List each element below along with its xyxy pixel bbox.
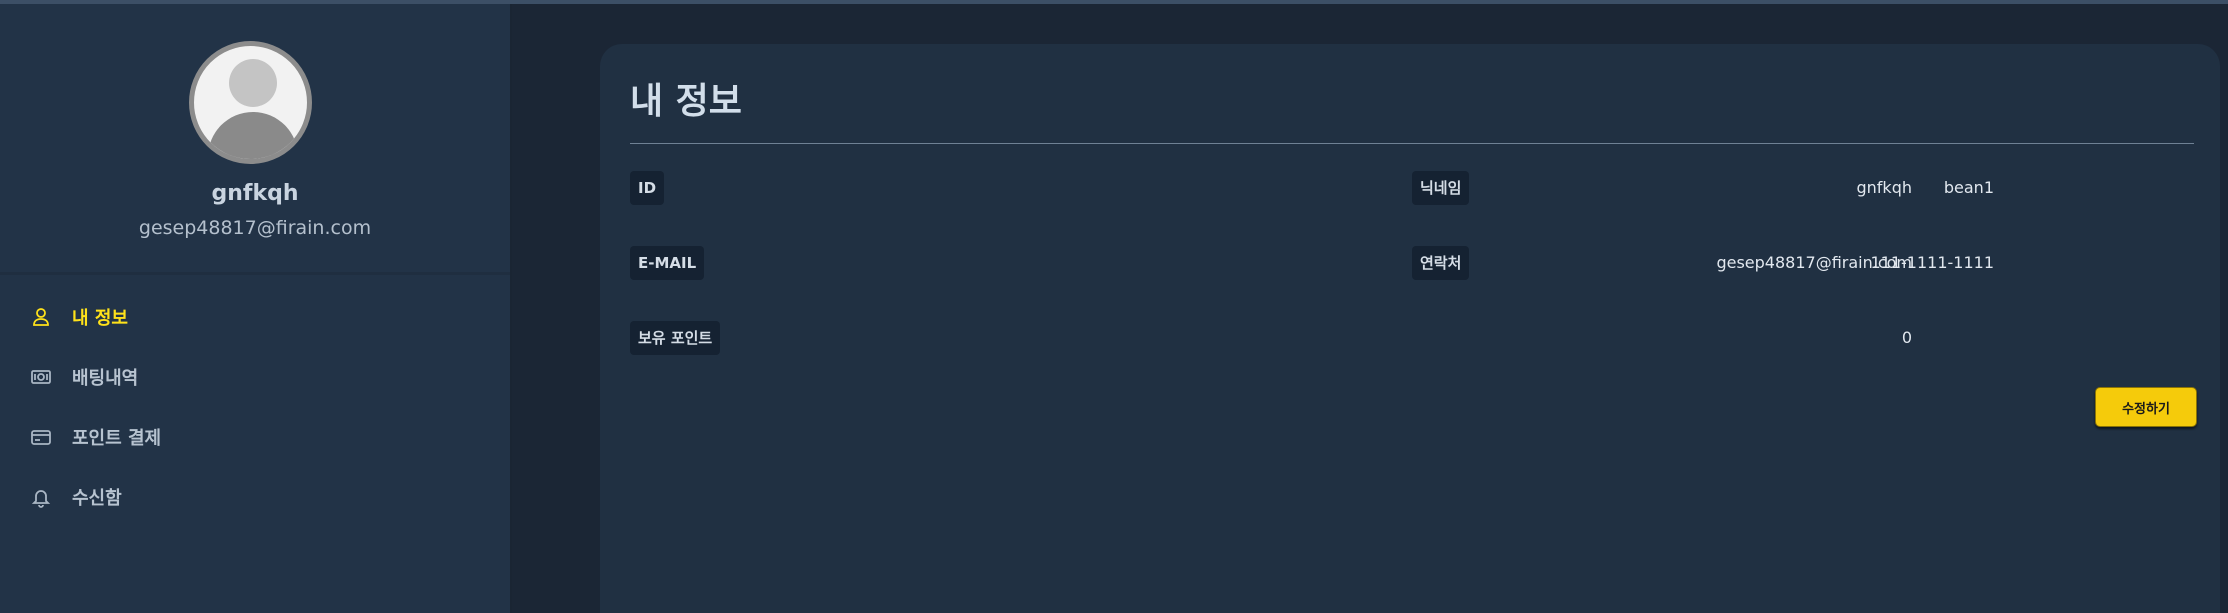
sidebar-item-my-info[interactable]: 내 정보: [30, 297, 470, 337]
points-label: 보유 포인트: [630, 321, 721, 355]
profile-section: gnfkqh gesep48817@firain.com: [0, 4, 510, 275]
sidebar-item-inbox[interactable]: 수신함: [30, 477, 470, 517]
nickname-value: bean1: [1943, 178, 1994, 197]
id-value: gnfkqh: [1856, 178, 1913, 197]
sidebar-divider: [510, 4, 512, 613]
nickname-label: 닉네임: [1412, 171, 1470, 205]
user-icon: [30, 306, 52, 328]
profile-username: gnfkqh: [211, 181, 299, 206]
points-value: 0: [1901, 328, 1912, 347]
cash-icon: [30, 366, 52, 388]
credit-card-icon: [30, 426, 52, 448]
sidebar-item-betting-history[interactable]: 배팅내역: [30, 357, 470, 397]
sidebar: gnfkqh gesep48817@firain.com 내 정보 배팅내역 포…: [0, 4, 510, 613]
email-label: E-MAIL: [630, 246, 705, 280]
page-title: 내 정보: [630, 81, 742, 122]
phone-label: 연락처: [1412, 246, 1470, 280]
avatar-head: [229, 59, 277, 107]
phone-value: 111-1111-1111: [1870, 253, 1994, 272]
sidebar-item-label: 배팅내역: [72, 368, 139, 389]
bell-icon: [30, 486, 52, 508]
sidebar-item-label: 포인트 결제: [72, 428, 162, 449]
profile-email: gesep48817@firain.com: [138, 217, 372, 239]
sidebar-item-label: 내 정보: [72, 308, 128, 329]
sidebar-item-label: 수신함: [72, 488, 122, 509]
avatar: [189, 41, 312, 164]
id-label: ID: [630, 171, 665, 205]
my-info-card: 내 정보 ID gnfkqh 닉네임 bean1 E-MAIL gesep488…: [600, 44, 2220, 613]
title-divider: [630, 143, 2194, 144]
sidebar-item-point-payment[interactable]: 포인트 결제: [30, 417, 470, 457]
edit-button[interactable]: 수정하기: [2095, 387, 2197, 427]
avatar-body: [208, 112, 298, 159]
